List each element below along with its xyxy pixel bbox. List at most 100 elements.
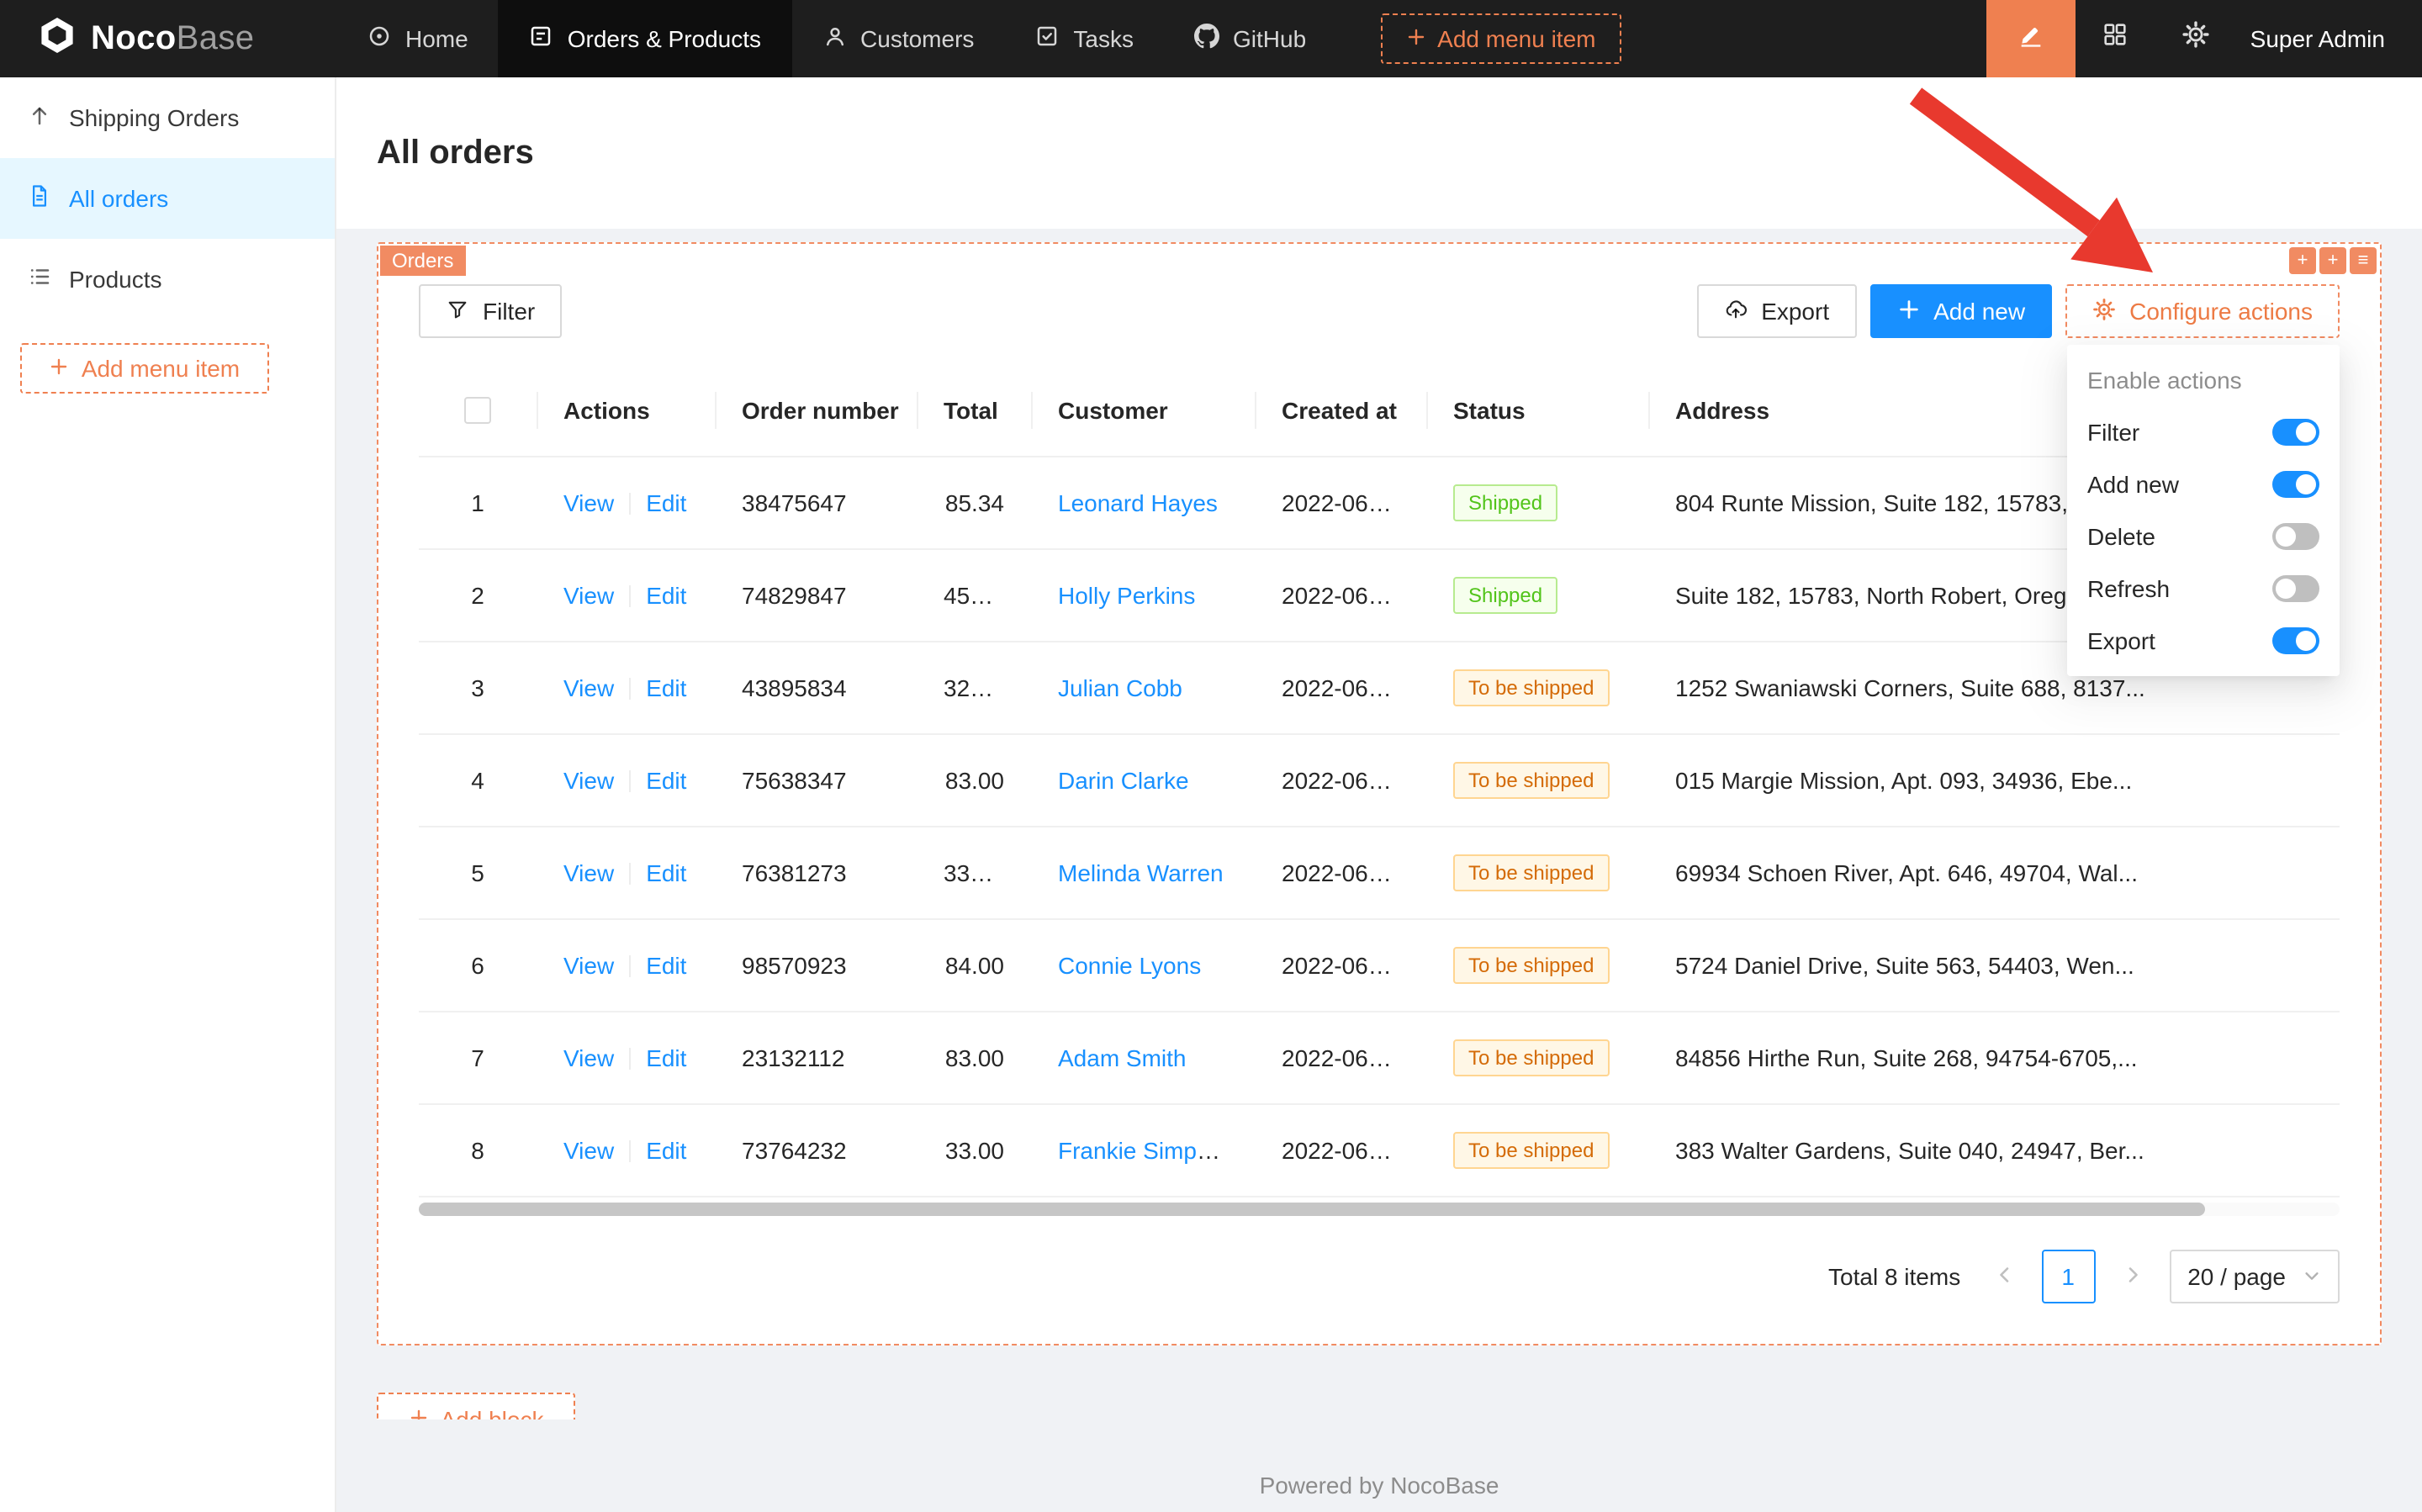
export-button[interactable]: Export [1697, 284, 1856, 338]
highlighter-icon [2017, 20, 2045, 57]
view-link[interactable]: View [563, 951, 614, 978]
edit-link[interactable]: Edit [646, 859, 686, 886]
gear-icon [2182, 20, 2211, 57]
order-number-cell: 75638347 [715, 733, 917, 826]
page-number-button[interactable]: 1 [2041, 1249, 2095, 1303]
horizontal-scrollbar[interactable] [419, 1202, 2205, 1215]
enable-action-label: Delete [2087, 522, 2155, 549]
view-link[interactable]: View [563, 674, 614, 700]
edit-link[interactable]: Edit [646, 581, 686, 608]
edit-link[interactable]: Edit [646, 1044, 686, 1071]
row-actions-cell: View Edit [537, 733, 715, 826]
sidebar-item-label: Products [69, 266, 162, 293]
view-link[interactable]: View [563, 581, 614, 608]
nav-item-label: Customers [860, 25, 974, 52]
settings-button[interactable] [2156, 0, 2237, 77]
customer-cell: Adam Smith [1031, 1011, 1255, 1103]
enable-action-label: Filter [2087, 418, 2139, 445]
filter-toggle-switch[interactable] [2272, 418, 2319, 445]
sidebar-item-products[interactable]: Products [0, 239, 335, 320]
delete-toggle-switch[interactable] [2272, 522, 2319, 549]
customer-link[interactable]: Leonard Hayes [1058, 489, 1218, 515]
column-header-actions: Actions [537, 365, 715, 456]
nav-item-customers[interactable]: Customers [791, 0, 1004, 77]
total-cell: 85.34 [917, 456, 1031, 548]
sidebar-item-all-orders[interactable]: All orders [0, 158, 335, 239]
edit-link[interactable]: Edit [646, 951, 686, 978]
edit-link[interactable]: Edit [646, 766, 686, 793]
customer-link[interactable]: Darin Clarke [1058, 766, 1189, 793]
refresh-toggle-switch[interactable] [2272, 574, 2319, 601]
enable-action-item-add-new[interactable]: Add new [2067, 457, 2340, 510]
sidebar-item-label: Shipping Orders [69, 104, 239, 131]
previous-page-button[interactable] [1980, 1249, 2028, 1303]
table-row: 5ViewEdit76381273332.00Melinda Warren202… [419, 826, 2340, 918]
select-all-header-cell [419, 365, 537, 456]
enable-action-item-filter[interactable]: Filter [2067, 405, 2340, 457]
customer-link[interactable]: Adam Smith [1058, 1044, 1187, 1071]
chevron-right-icon [2122, 1262, 2142, 1289]
customer-link[interactable]: Melinda Warren [1058, 859, 1224, 886]
filter-button[interactable]: Filter [419, 284, 562, 338]
add-block-button[interactable]: Add block [377, 1392, 575, 1419]
nav-item-home[interactable]: Home [336, 0, 499, 77]
table-row: 7ViewEdit2313211283.00Adam Smith2022-06-… [419, 1011, 2340, 1103]
nocobase-logo[interactable]: NocoBase [0, 0, 336, 77]
nocobase-logo-icon [37, 14, 77, 63]
status-cell: Shipped [1426, 548, 1648, 641]
page-size-select[interactable]: 20 / page [2169, 1249, 2340, 1303]
action-divider [629, 1141, 631, 1163]
row-index-cell: 5 [419, 826, 537, 918]
top-navbar: NocoBase Home Orders & Products Customer… [0, 0, 2422, 77]
row-actions-cell: View Edit [537, 1011, 715, 1103]
enable-actions-list: Filter Add new Delete Refresh Export [2067, 405, 2340, 666]
add-new-toggle-switch[interactable] [2272, 470, 2319, 497]
plus-icon [50, 355, 70, 382]
nav-item-github[interactable]: GitHub [1164, 0, 1336, 77]
edit-link[interactable]: Edit [646, 674, 686, 700]
table-header: Actions Order number Total Customer Crea… [419, 365, 2340, 456]
edit-link[interactable]: Edit [646, 489, 686, 515]
plugins-button[interactable] [2076, 0, 2156, 77]
customer-link[interactable]: Frankie Simpson [1058, 1136, 1235, 1163]
created-at-cell: 2022-06-29 [1255, 456, 1426, 548]
created-at-cell: 2022-06-29 [1255, 548, 1426, 641]
current-user-menu[interactable]: Super Admin [2237, 0, 2422, 77]
view-link[interactable]: View [563, 1044, 614, 1071]
row-actions-cell: View Edit [537, 826, 715, 918]
enable-action-item-refresh[interactable]: Refresh [2067, 562, 2340, 614]
nav-item-orders-products[interactable]: Orders & Products [499, 0, 791, 77]
sidebar-add-menu-item-button[interactable]: Add menu item [20, 343, 269, 394]
view-link[interactable]: View [563, 766, 614, 793]
customer-link[interactable]: Julian Cobb [1058, 674, 1182, 700]
next-page-button[interactable] [2108, 1249, 2155, 1303]
view-link[interactable]: View [563, 489, 614, 515]
row-actions-cell: View Edit [537, 641, 715, 733]
action-divider [629, 956, 631, 978]
enable-action-item-export[interactable]: Export [2067, 614, 2340, 666]
menu-icon[interactable]: ≡ [2350, 247, 2377, 274]
enable-action-label: Export [2087, 626, 2155, 653]
enable-action-label: Refresh [2087, 574, 2170, 601]
add-new-button[interactable]: Add new [1869, 284, 2052, 338]
export-toggle-switch[interactable] [2272, 626, 2319, 653]
sidebar-item-shipping-orders[interactable]: Shipping Orders [0, 77, 335, 158]
page-header: All orders [336, 77, 2422, 229]
status-badge: To be shipped [1453, 669, 1609, 706]
edit-link[interactable]: Edit [646, 1136, 686, 1163]
view-link[interactable]: View [563, 859, 614, 886]
grid-icon [2102, 20, 2130, 57]
nav-item-tasks[interactable]: Tasks [1004, 0, 1164, 77]
configure-actions-button[interactable]: Configure actions [2065, 284, 2340, 338]
row-actions-cell: View Edit [537, 456, 715, 548]
select-all-checkbox[interactable] [464, 398, 491, 425]
plus-square-icon[interactable]: + [2319, 247, 2346, 274]
enable-action-item-delete[interactable]: Delete [2067, 510, 2340, 562]
customer-link[interactable]: Holly Perkins [1058, 581, 1195, 608]
add-menu-item-button[interactable]: Add menu item [1380, 13, 1621, 64]
row-index-cell: 4 [419, 733, 537, 826]
customer-link[interactable]: Connie Lyons [1058, 951, 1201, 978]
view-link[interactable]: View [563, 1136, 614, 1163]
plus-square-icon[interactable]: + [2289, 247, 2316, 274]
ui-editor-button[interactable] [1986, 0, 2076, 77]
